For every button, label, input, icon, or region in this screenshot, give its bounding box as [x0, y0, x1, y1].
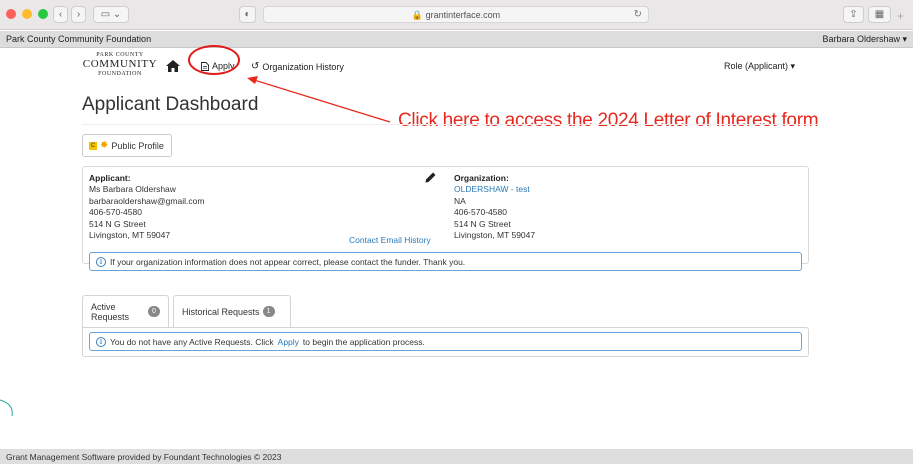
organization-history-link[interactable]: ↺ Organization History: [251, 61, 344, 72]
page-title: Applicant Dashboard: [82, 94, 259, 115]
apply-inline-link[interactable]: Apply: [278, 337, 299, 347]
star-icon: ✸: [100, 140, 109, 151]
url-value: grantinterface.com: [425, 10, 501, 20]
forward-icon[interactable]: ›: [71, 6, 86, 23]
info-icon: i: [96, 256, 106, 267]
applicant-city: Livingston, MT 59047: [89, 230, 171, 241]
requests-tabs: Active Requests 0 Historical Requests 1: [82, 295, 809, 327]
url-text: 🔒 grantinterface.com: [411, 10, 501, 20]
tab-overview-icon[interactable]: ▦: [868, 6, 891, 23]
footer-text: Grant Management Software provided by Fo…: [6, 452, 282, 462]
organization-line1: NA: [454, 195, 466, 206]
app-topbar: Park County Community Foundation Barbara…: [0, 31, 913, 48]
organization-name-link[interactable]: OLDERSHAW - test: [454, 184, 535, 195]
public-profile-label: Public Profile: [111, 140, 164, 151]
reload-icon[interactable]: ↻: [634, 7, 642, 23]
applicant-street: 514 N G Street: [89, 218, 146, 229]
applicant-phone: 406-570-4580: [89, 207, 142, 218]
historical-requests-count-badge: 1: [262, 306, 275, 317]
user-menu[interactable]: Barbara Oldershaw ▾: [822, 34, 907, 45]
annotation-circle: [188, 45, 240, 75]
close-window-button[interactable]: [6, 9, 16, 19]
applicant-column: Applicant: Ms Barbara Oldershaw barbarao…: [89, 173, 204, 241]
applicant-heading: Applicant:: [89, 173, 131, 183]
sidebar-toggle-icon[interactable]: ▭ ⌄: [93, 6, 129, 23]
organization-heading: Organization:: [454, 173, 509, 183]
no-requests-text-pre: You do not have any Active Requests. Cli…: [110, 336, 274, 347]
org-info-alert-text: If your organization information does no…: [110, 256, 466, 267]
browser-chrome: ‹ › ▭ ⌄ ◐ 🔒 grantinterface.com ↻ ⇪ ▦ +: [0, 0, 913, 30]
tab-active-requests-label: Active Requests: [91, 301, 130, 322]
foundation-name: Park County Community Foundation: [6, 34, 152, 44]
title-divider: [82, 124, 819, 125]
organization-street: 514 N G Street: [454, 218, 511, 229]
home-icon[interactable]: [166, 60, 180, 72]
zoom-window-button[interactable]: [38, 9, 48, 19]
candid-badge-icon: C: [89, 141, 97, 150]
logo-line-3: FOUNDATION: [98, 71, 142, 77]
no-requests-alert: i You do not have any Active Requests. C…: [89, 332, 802, 351]
organization-phone: 406-570-4580: [454, 207, 507, 218]
role-dropdown[interactable]: Role (Applicant) ▾: [724, 61, 795, 72]
contact-email-history-link[interactable]: Contact Email History: [349, 235, 431, 245]
org-info-alert: i If your organization information does …: [89, 252, 802, 271]
window-controls: [6, 9, 48, 19]
privacy-shield-icon[interactable]: ◐: [239, 6, 256, 23]
share-icon[interactable]: ⇪: [843, 6, 864, 23]
applicant-info-panel: Applicant: Ms Barbara Oldershaw barbarao…: [82, 166, 809, 271]
tab-historical-requests-label: Historical Requests: [182, 306, 260, 317]
back-icon[interactable]: ‹: [53, 6, 68, 23]
page-footer: Grant Management Software provided by Fo…: [0, 449, 913, 464]
tab-active-requests[interactable]: Active Requests 0: [82, 295, 169, 327]
history-icon: ↺: [251, 61, 260, 72]
public-profile-button[interactable]: C ✸ Public Profile: [82, 134, 172, 157]
new-tab-icon[interactable]: +: [897, 9, 904, 23]
main-nav: PARK COUNTY COMMUNITY FOUNDATION Apply ↺…: [0, 49, 913, 85]
no-requests-text-post: to begin the application process.: [302, 336, 425, 347]
decorative-curve: [0, 399, 13, 417]
organization-column: Organization: OLDERSHAW - test NA 406-57…: [454, 173, 535, 241]
address-bar[interactable]: 🔒 grantinterface.com ↻: [263, 6, 649, 23]
annotation-callout: Click here to access the 2024 Letter of …: [398, 110, 819, 131]
edit-pencil-icon[interactable]: [425, 172, 436, 183]
foundation-logo[interactable]: PARK COUNTY COMMUNITY FOUNDATION: [82, 52, 158, 77]
info-icon: i: [96, 336, 106, 347]
tab-historical-requests[interactable]: Historical Requests 1: [173, 295, 291, 327]
applicant-email: barbaraoldershaw@gmail.com: [89, 195, 205, 206]
organization-city: Livingston, MT 59047: [454, 230, 536, 241]
logo-line-2: COMMUNITY: [82, 58, 158, 70]
organization-history-label: Organization History: [262, 61, 344, 72]
applicant-name: Ms Barbara Oldershaw: [89, 184, 176, 195]
active-requests-panel: i You do not have any Active Requests. C…: [82, 327, 809, 357]
minimize-window-button[interactable]: [22, 9, 32, 19]
active-requests-count-badge: 0: [148, 306, 160, 317]
